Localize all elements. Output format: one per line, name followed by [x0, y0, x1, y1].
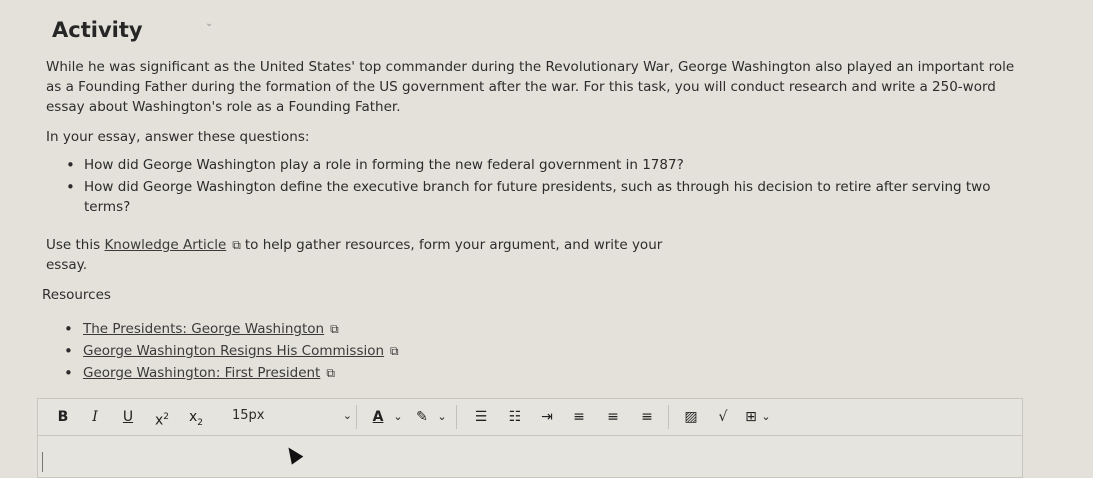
- essay-text-area[interactable]: [38, 436, 1022, 477]
- external-link-icon[interactable]: ⧉: [232, 235, 241, 255]
- chevron-down-icon[interactable]: ⌄: [760, 407, 772, 427]
- external-link-icon[interactable]: ⧉: [330, 318, 339, 340]
- bold-button[interactable]: B: [53, 407, 73, 427]
- knowledge-article-instructions: Use this Knowledge Article ⧉ to help gathe…: [46, 235, 666, 275]
- text-color-icon[interactable]: A: [368, 407, 388, 427]
- question-item: How did George Washington define the exe…: [46, 177, 1006, 217]
- toolbar-divider: [356, 405, 357, 429]
- chevron-down-icon[interactable]: ⌄: [436, 407, 448, 427]
- table-icon[interactable]: ⊞: [740, 407, 762, 427]
- text-caret: [42, 452, 43, 472]
- highlight-color-icon[interactable]: ✎: [412, 407, 432, 427]
- font-size-value: 15px: [232, 408, 265, 423]
- align-left-icon[interactable]: ≡: [568, 407, 590, 427]
- underline-button[interactable]: U: [118, 407, 138, 427]
- resources-list: The Presidents: George Washington ⧉ Georg…: [42, 318, 403, 384]
- resource-link-first-president[interactable]: George Washington: First President: [83, 365, 320, 381]
- use-prefix: Use this: [46, 237, 101, 253]
- resource-link-resigns[interactable]: George Washington Resigns His Commission: [83, 343, 384, 359]
- resource-link-presidents[interactable]: The Presidents: George Washington: [83, 321, 324, 337]
- activity-intro: While he was significant as the United S…: [46, 59, 1015, 115]
- question-list: How did George Washington play a role in…: [46, 155, 1006, 219]
- italic-button[interactable]: I: [85, 407, 105, 427]
- numbered-list-icon[interactable]: ☷: [504, 407, 526, 427]
- resources-heading: Resources: [42, 287, 111, 303]
- rich-text-editor: B I U x2 x2 15px ⌄ A ⌄ ✎ ⌄ ☰ ☷ ⇥ ≡ ≡ ≡ ▨…: [37, 398, 1023, 478]
- align-right-icon[interactable]: ≡: [636, 407, 658, 427]
- resource-item: George Washington: First President ⧉: [42, 362, 403, 384]
- math-icon[interactable]: √: [712, 407, 734, 427]
- activity-title: Activity: [52, 18, 143, 42]
- chevron-down-icon: ⌄: [342, 409, 352, 422]
- font-size-select[interactable]: 15px ⌄: [228, 405, 358, 427]
- bullet-list-icon[interactable]: ☰: [470, 407, 492, 427]
- resource-item: The Presidents: George Washington ⧉: [42, 318, 403, 340]
- align-center-icon[interactable]: ≡: [602, 407, 624, 427]
- knowledge-article-link[interactable]: Knowledge Article: [104, 237, 226, 253]
- essay-prompt: In your essay, answer these questions:: [46, 129, 310, 145]
- indent-icon[interactable]: ⇥: [536, 407, 558, 427]
- subscript-button[interactable]: x2: [184, 407, 208, 428]
- collapse-caret-icon: ⌄: [205, 18, 214, 29]
- toolbar-divider: [668, 405, 669, 429]
- question-item: How did George Washington play a role in…: [46, 155, 1006, 175]
- toolbar-divider: [456, 405, 457, 429]
- resource-item: George Washington Resigns His Commission…: [42, 340, 403, 362]
- image-icon[interactable]: ▨: [680, 407, 702, 427]
- chevron-down-icon[interactable]: ⌄: [392, 407, 404, 427]
- superscript-button[interactable]: x2: [150, 407, 174, 429]
- external-link-icon[interactable]: ⧉: [326, 362, 335, 384]
- external-link-icon[interactable]: ⧉: [390, 340, 399, 362]
- editor-toolbar: B I U x2 x2 15px ⌄ A ⌄ ✎ ⌄ ☰ ☷ ⇥ ≡ ≡ ≡ ▨…: [38, 399, 1022, 436]
